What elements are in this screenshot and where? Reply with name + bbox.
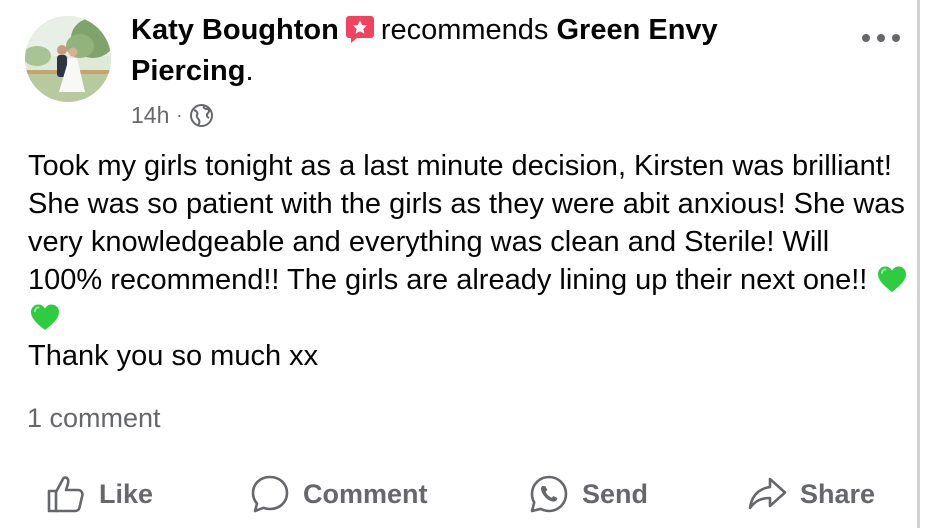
more-dot — [877, 34, 885, 42]
post-body-text: Took my girls tonight as a last minute d… — [28, 150, 905, 296]
avatar-photo — [25, 16, 111, 102]
page-name-period: . — [245, 55, 254, 87]
right-edge-divider — [917, 0, 920, 528]
more-options-icon[interactable] — [862, 32, 900, 44]
comments-count-link[interactable]: 1 comment — [27, 400, 161, 436]
meta-separator: · — [176, 105, 183, 125]
green-heart-icon — [877, 265, 907, 295]
like-icon — [47, 476, 84, 513]
like-button[interactable]: Like — [45, 470, 153, 518]
recommend-star-icon — [345, 14, 375, 44]
green-heart-icon — [30, 303, 60, 333]
post-body: Took my girls tonight as a last minute d… — [28, 147, 908, 375]
globe-icon[interactable] — [189, 103, 214, 128]
share-label: Share — [800, 478, 876, 509]
send-label: Send — [582, 478, 649, 509]
author-name[interactable]: Katy Boughton — [131, 14, 339, 46]
comment-icon — [251, 475, 289, 513]
avatar[interactable] — [25, 16, 111, 102]
share-button[interactable]: Share — [746, 470, 875, 518]
post-meta: 14h · — [131, 100, 214, 130]
whatsapp-send-icon — [530, 475, 568, 513]
comment-label: Comment — [303, 478, 428, 509]
comment-button[interactable]: Comment — [249, 470, 428, 518]
more-dot — [892, 34, 900, 42]
post-header: Katy Boughton recommends Green Envy Pier… — [131, 10, 831, 92]
more-dot — [862, 34, 870, 42]
share-icon — [748, 477, 787, 510]
recommends-label: recommends — [380, 14, 549, 46]
post-action-bar: Like Comment Send Share — [0, 470, 917, 518]
like-label: Like — [99, 478, 154, 509]
post-body-closing: Thank you so much xx — [28, 340, 319, 372]
post-timestamp[interactable]: 14h — [131, 100, 169, 130]
send-button[interactable]: Send — [528, 470, 648, 518]
